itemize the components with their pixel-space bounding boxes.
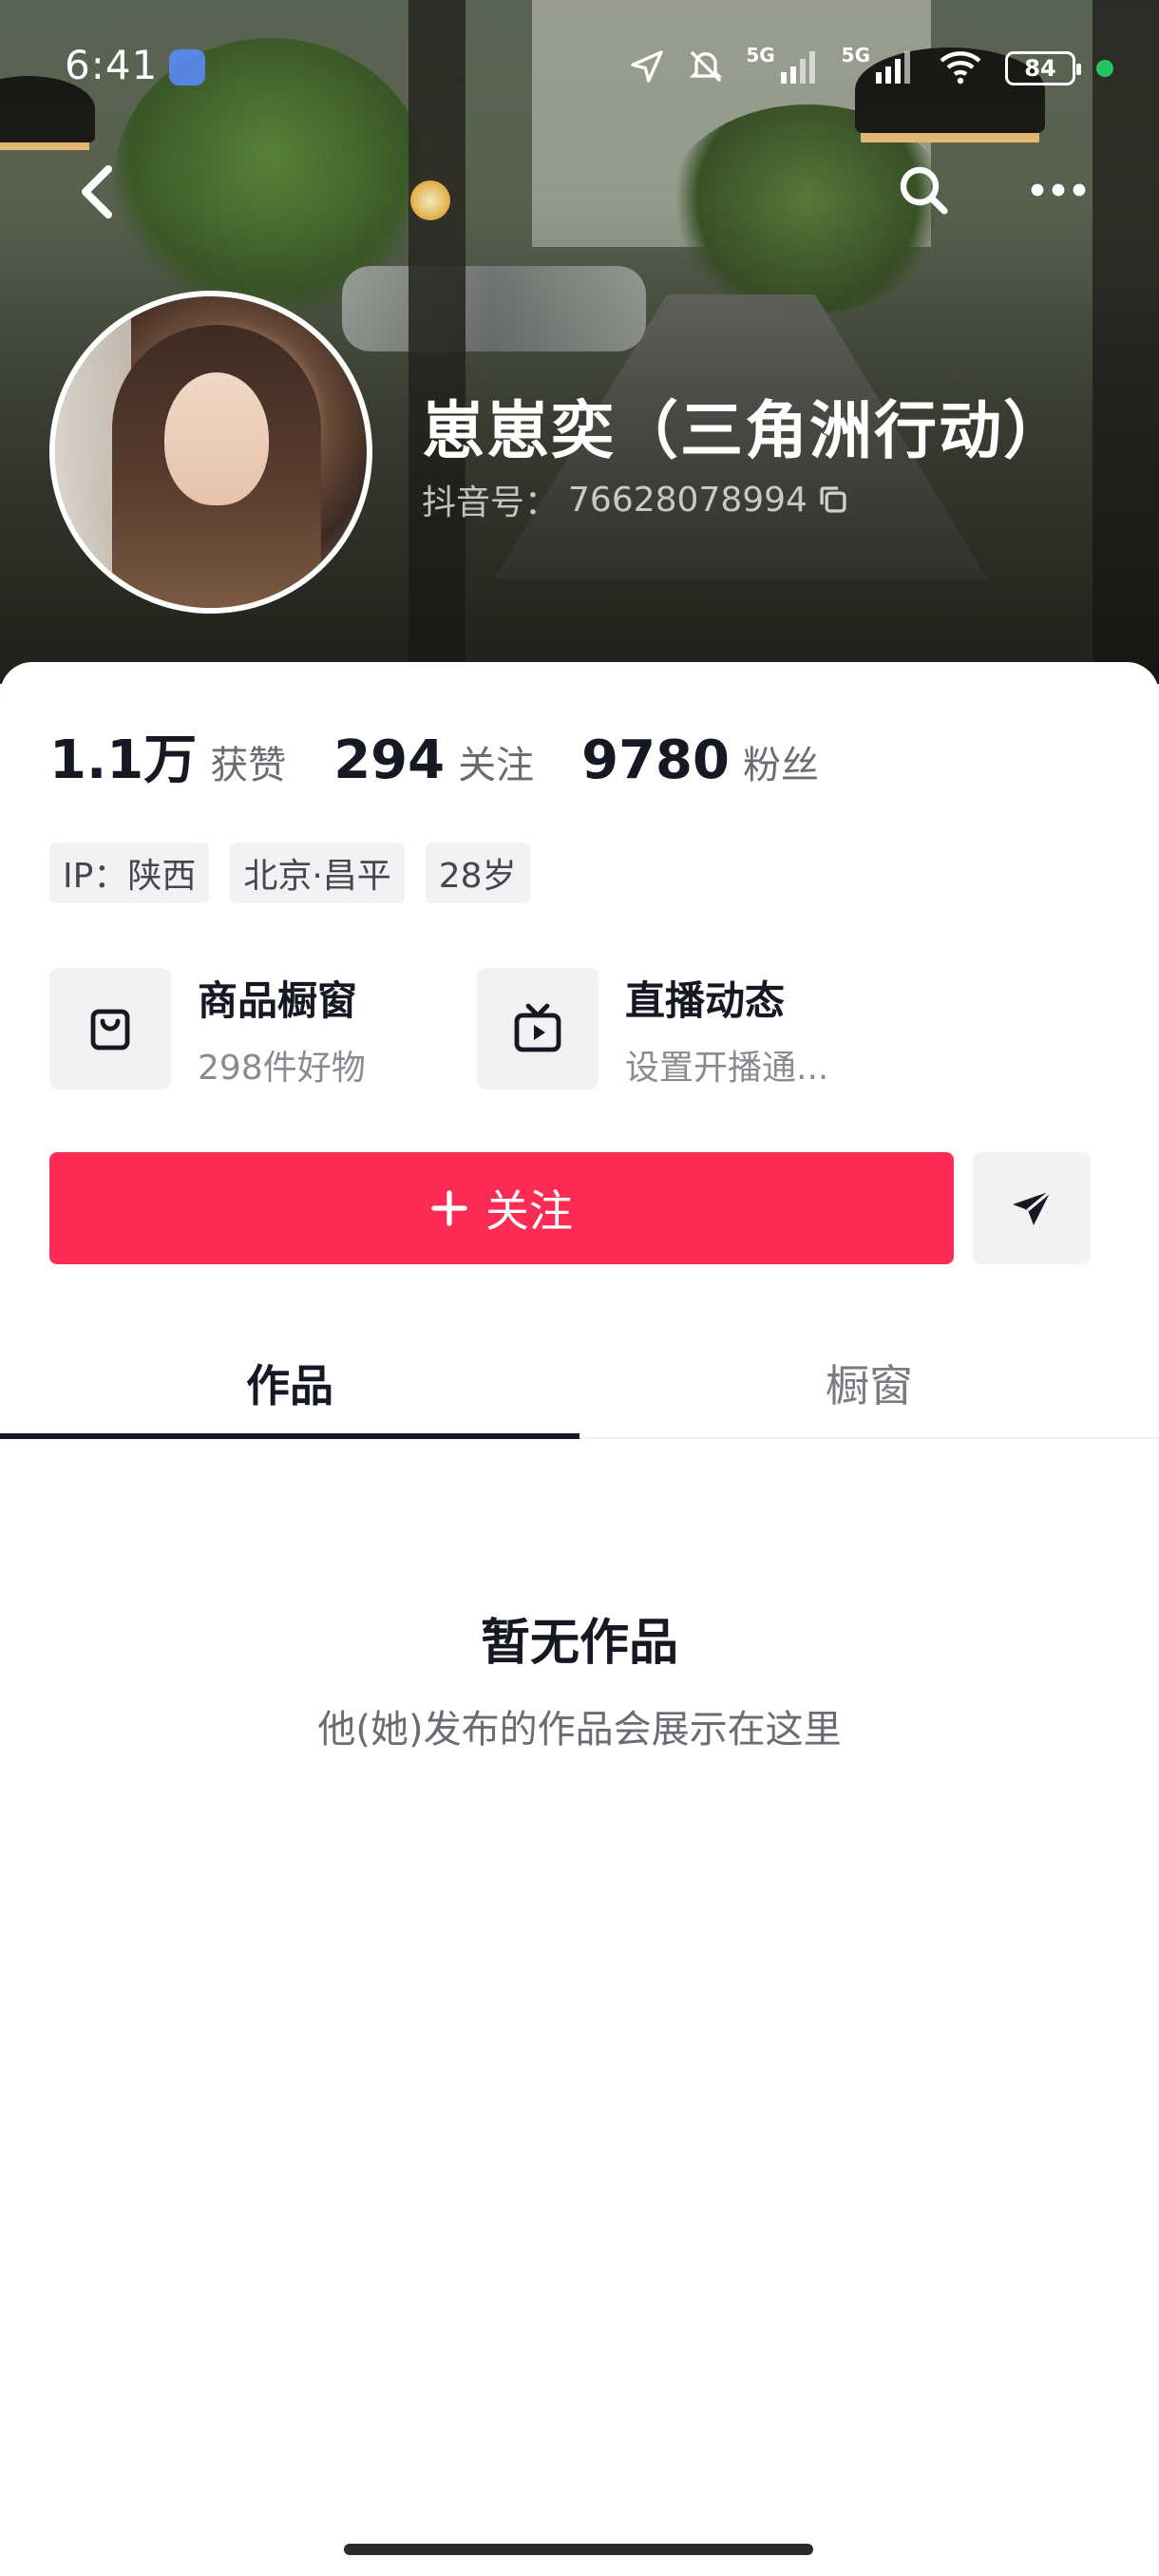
entry-subtitle: 298件好物 [198, 1048, 366, 1088]
copy-icon[interactable] [817, 483, 849, 516]
stats-row: 1.1万 获赞 294 关注 9780 粉丝 [49, 717, 866, 794]
bag-icon [49, 968, 171, 1089]
more-button[interactable] [1028, 160, 1089, 220]
network-type-1: 5G [746, 44, 775, 66]
send-icon [1013, 1189, 1053, 1225]
douyin-id[interactable]: 抖音号： 76628078994 [422, 475, 849, 524]
stat-followers[interactable]: 9780 粉丝 [581, 729, 819, 791]
empty-state-title: 暂无作品 [480, 1615, 678, 1672]
profile-name: 崽崽奕（三角洲行动） [422, 394, 1068, 467]
tag-location: 北京·昌平 [230, 843, 405, 903]
plus-icon [431, 1190, 467, 1226]
feature-entries: 商品橱窗 298件好物 直播动态 设置开播通... [49, 968, 904, 1089]
entry-title: 直播动态 [625, 976, 786, 1024]
stat-following[interactable]: 294 关注 [333, 729, 534, 791]
tag-age: 28岁 [425, 843, 530, 903]
stat-likes[interactable]: 1.1万 获赞 [49, 717, 286, 794]
status-time: 6:41 [65, 42, 159, 88]
profile-card: 1.1万 获赞 294 关注 9780 粉丝 IP：陕西 北京·昌平 28岁 商… [0, 662, 1159, 2576]
back-chevron-icon [82, 165, 112, 218]
entry-subtitle: 设置开播通... [625, 1048, 829, 1088]
search-button[interactable] [893, 160, 954, 220]
status-bar: 6:41 5G 5G 84 [0, 38, 1159, 99]
stat-label: 粉丝 [742, 744, 819, 787]
empty-state-subtitle: 他(她)发布的作品会展示在这里 [317, 1708, 842, 1752]
profile-tags: IP：陕西 北京·昌平 28岁 [49, 843, 530, 903]
content-tabs: 作品 橱窗 [0, 1327, 1159, 1439]
green-dot [1096, 60, 1113, 77]
avatar[interactable] [49, 291, 372, 614]
follow-button[interactable]: 关注 [49, 1152, 954, 1264]
douyin-id-value: 76628078994 [568, 480, 808, 520]
profile-page: 6:41 5G 5G 84 崽崽奕（三角洲行动） 抖音号： 7662807899… [0, 0, 1159, 2576]
tab-works[interactable]: 作品 [0, 1327, 580, 1439]
follow-label: 关注 [485, 1185, 573, 1237]
stat-label: 获赞 [210, 744, 287, 787]
wifi-icon [937, 47, 984, 89]
tab-indicator [0, 1433, 580, 1439]
stat-value: 9780 [581, 729, 730, 791]
entry-live-updates[interactable]: 直播动态 设置开播通... [477, 968, 904, 1089]
tv-icon [477, 968, 598, 1089]
entry-shop-window[interactable]: 商品橱窗 298件好物 [49, 968, 477, 1089]
stat-value: 1.1万 [49, 729, 198, 791]
entry-title: 商品橱窗 [198, 976, 358, 1024]
stat-label: 关注 [458, 744, 535, 787]
empty-state: 暂无作品 他(她)发布的作品会展示在这里 [0, 1602, 1159, 1753]
douyin-id-label: 抖音号： [422, 483, 560, 522]
location-icon [628, 47, 666, 89]
more-icon [1031, 183, 1086, 197]
tag-ip: IP：陕西 [49, 843, 210, 903]
signal-icon [779, 49, 821, 87]
share-button[interactable] [973, 1152, 1091, 1264]
signal-icon [874, 49, 916, 87]
app-icon [169, 49, 205, 85]
battery-level: 84 [1024, 55, 1056, 82]
search-icon [900, 166, 948, 215]
battery-icon: 84 [1005, 51, 1081, 85]
network-type-2: 5G [841, 44, 870, 66]
home-indicator[interactable] [344, 2544, 813, 2555]
tab-shop-window[interactable]: 橱窗 [580, 1327, 1159, 1439]
stat-value: 294 [333, 729, 446, 791]
back-button[interactable] [66, 161, 127, 222]
mute-icon [687, 47, 725, 89]
